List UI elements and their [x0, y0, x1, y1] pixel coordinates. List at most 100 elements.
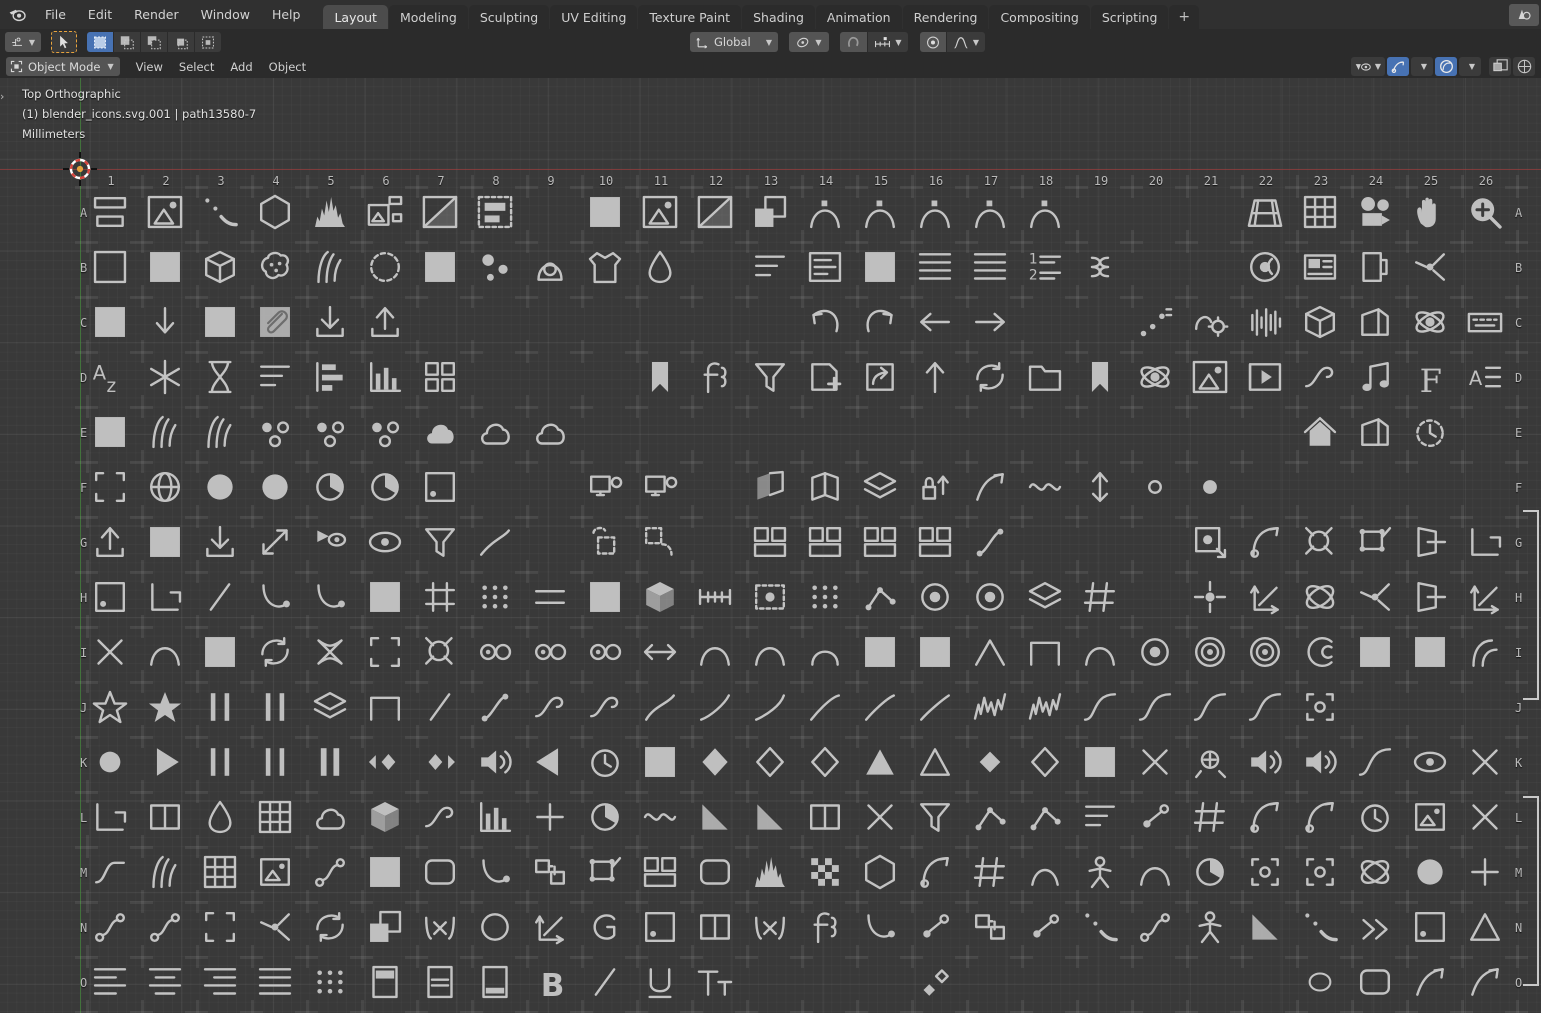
sidebar-toggle-icon[interactable]: ›	[0, 90, 4, 103]
gizmo-chevron[interactable]: ▼	[1411, 57, 1433, 76]
dot-circle-dashed-icon	[362, 244, 408, 290]
tick-mark	[251, 505, 254, 528]
tick-mark	[801, 340, 804, 363]
menu-help[interactable]: Help	[261, 0, 312, 29]
select-invert-icon[interactable]	[168, 32, 194, 52]
add-workspace-button[interactable]: +	[1169, 5, 1200, 29]
tick-mark	[966, 945, 969, 968]
overlays-icon[interactable]	[1435, 57, 1457, 76]
tick-mark	[86, 395, 89, 418]
select-intersect-icon[interactable]	[195, 32, 221, 52]
select-extend-icon[interactable]	[114, 32, 140, 52]
proportional-edit-icon[interactable]	[920, 32, 946, 52]
tab-rendering[interactable]: Rendering	[902, 5, 989, 29]
menu-render[interactable]: Render	[123, 0, 190, 29]
tick-mark	[526, 395, 529, 418]
grid-table-icon	[252, 794, 298, 840]
curve-4-icon	[692, 684, 738, 730]
tick-mark	[1186, 835, 1189, 858]
align-right-icon	[197, 959, 243, 1005]
tab-sculpting[interactable]: Sculpting	[468, 5, 550, 29]
tab-scripting[interactable]: Scripting	[1090, 5, 1169, 29]
column-label: 16	[928, 174, 944, 188]
menu-file[interactable]: File	[34, 0, 77, 29]
tick-mark	[1241, 1000, 1244, 1013]
keyboard-icon	[1462, 299, 1508, 345]
select-set-icon[interactable]	[87, 32, 113, 52]
viewport-menu-add[interactable]: Add	[222, 57, 260, 76]
tick-mark	[86, 285, 89, 308]
asterisk-icon	[142, 354, 188, 400]
snap-increment-icon[interactable]: ▼	[868, 32, 908, 52]
blender-logo-icon[interactable]	[0, 0, 34, 29]
decorate-keyframe-icon	[197, 189, 243, 235]
font-size-icon	[692, 959, 738, 1005]
tick-mark	[1461, 560, 1464, 583]
list-numbered-icon: 12	[1022, 244, 1068, 290]
door-out-icon	[1407, 519, 1453, 565]
eye-dropdown-icon[interactable]: ▼	[1351, 57, 1385, 76]
tick-mark	[801, 395, 804, 418]
tick-mark	[856, 230, 859, 253]
decorate-drivers-icon	[1462, 739, 1508, 785]
curve-6-icon	[802, 684, 848, 730]
snap-magnet-icon[interactable]	[840, 32, 867, 52]
tick-mark	[1406, 395, 1409, 418]
sphere-shaded-icon	[197, 464, 243, 510]
tick-mark	[86, 230, 89, 253]
transform-orientation-dropdown[interactable]: Global ▼	[690, 32, 778, 52]
tick-mark	[746, 1000, 749, 1013]
tick-mark	[801, 945, 804, 968]
tab-texture-paint[interactable]: Texture Paint	[638, 5, 742, 29]
grid-add-icon	[417, 574, 463, 620]
tick-mark	[416, 175, 419, 198]
tab-modeling[interactable]: Modeling	[388, 5, 468, 29]
stopwatch-icon	[582, 739, 628, 785]
globe-wire-icon	[142, 464, 188, 510]
tab-animation[interactable]: Animation	[815, 5, 902, 29]
overlays-chevron[interactable]: ▼	[1459, 57, 1481, 76]
arch-shape-icon	[142, 629, 188, 675]
viewport-menu-select[interactable]: Select	[171, 57, 222, 76]
scene-render-icon[interactable]	[1509, 3, 1539, 26]
menu-window[interactable]: Window	[190, 0, 261, 29]
falloff-smooth-icon[interactable]: ▼	[947, 32, 985, 52]
tick-mark	[856, 395, 859, 418]
select-subtract-icon[interactable]	[141, 32, 167, 52]
tab-uv-editing[interactable]: UV Editing	[550, 5, 638, 29]
tick-mark	[1021, 505, 1024, 528]
corner-l-icon	[142, 574, 188, 620]
pivot-point-dropdown[interactable]: ▼	[789, 32, 829, 52]
tick-mark	[636, 285, 639, 308]
row-label-right: H	[1515, 591, 1523, 605]
tab-shading[interactable]: Shading	[742, 5, 815, 29]
3d-viewport[interactable]: › Top Orthographic (1) blender_icons.svg…	[0, 78, 1541, 1013]
viewport-menu-view[interactable]: View	[128, 57, 171, 76]
rect-split-icon	[802, 794, 848, 840]
tweak-cursor-icon[interactable]	[51, 31, 77, 53]
editor-type-icon[interactable]: ▼	[5, 32, 41, 52]
tick-mark	[471, 285, 474, 308]
import-arrow-icon	[307, 299, 353, 345]
hatch-lines-icon	[1187, 794, 1233, 840]
tick-mark	[1406, 780, 1409, 803]
menu-edit[interactable]: Edit	[77, 0, 123, 29]
row-label-right: A	[1515, 206, 1523, 220]
tick-mark	[86, 175, 89, 198]
shading-wireframe-icon[interactable]	[1513, 57, 1535, 76]
tick-mark	[526, 890, 529, 913]
viewport-menu-object[interactable]: Object	[261, 57, 314, 76]
gizmo-icon[interactable]	[1387, 57, 1409, 76]
tab-layout[interactable]: Layout	[323, 5, 388, 29]
tick-mark	[471, 890, 474, 913]
tick-mark	[1021, 890, 1024, 913]
xray-icon[interactable]	[1489, 57, 1511, 76]
object-mode-dropdown[interactable]: Object Mode ▼	[6, 57, 120, 76]
door-arrow-icon	[1407, 574, 1453, 620]
tick-mark	[1241, 725, 1244, 748]
tick-mark	[966, 890, 969, 913]
tab-compositing[interactable]: Compositing	[989, 5, 1090, 29]
physics-swirl-icon	[1407, 299, 1453, 345]
tick-mark	[196, 505, 199, 528]
bar-i-4-icon	[252, 739, 298, 785]
